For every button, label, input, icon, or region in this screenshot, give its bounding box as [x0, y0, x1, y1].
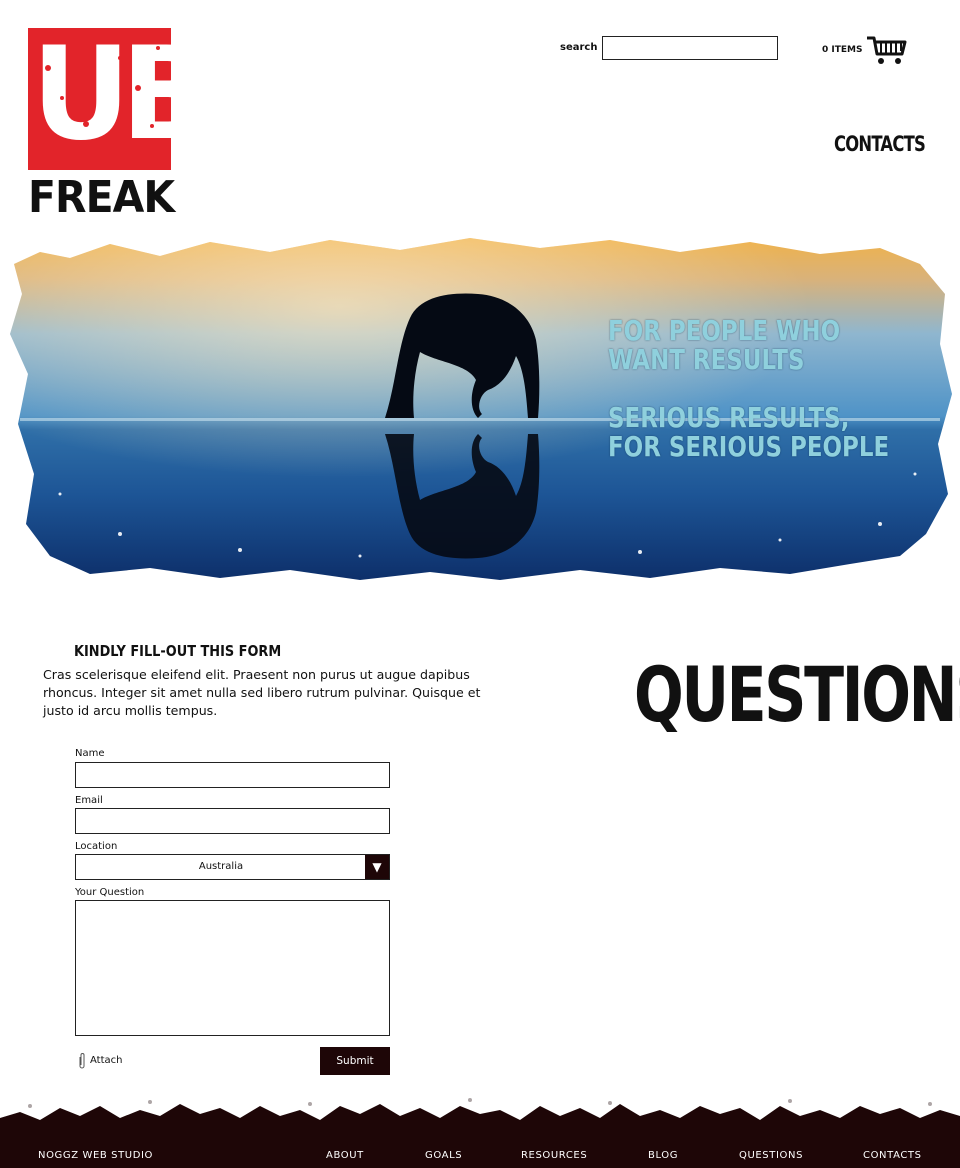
attach-button[interactable]: Attach [78, 1051, 158, 1071]
intro-text: Cras scelerisque eleifend elit. Praesent… [43, 667, 481, 718]
logo-word: FREAK [28, 172, 175, 223]
search-input[interactable] [602, 36, 778, 60]
page-title: QUESTIONS [634, 650, 960, 739]
hero-tagline-line-3: SERIOUS RESULTS, [608, 401, 850, 434]
site-logo[interactable]: UB FREAK [28, 28, 175, 223]
location-value: Australia [198, 861, 244, 872]
hero-tagline-line-4: FOR SERIOUS PEOPLE [608, 430, 890, 463]
chevron-down-icon[interactable]: ▼ [365, 855, 389, 879]
paperclip-icon [79, 1053, 85, 1069]
nav-contacts[interactable]: CONTACTS [834, 132, 926, 156]
footer-nav-contacts[interactable]: CONTACTS [863, 1150, 922, 1161]
search-label: search [560, 42, 598, 53]
form-heading: KINDLY FILL-OUT THIS FORM [74, 642, 282, 660]
question-textarea[interactable] [75, 900, 390, 1036]
footer-studio[interactable]: NOGGZ WEB STUDIO [38, 1150, 153, 1161]
footer-nav-blog[interactable]: BLOG [648, 1150, 678, 1161]
attach-label: Attach [90, 1055, 123, 1066]
hero-banner: FOR PEOPLE WHO WANT RESULTS SERIOUS RESU… [0, 234, 960, 584]
footer-nav-questions[interactable]: QUESTIONS [739, 1150, 803, 1161]
footer-nav-goals[interactable]: GOALS [425, 1150, 462, 1161]
email-label: Email [75, 795, 103, 806]
logo-mark: UB [28, 28, 171, 170]
logo-texture [45, 44, 160, 148]
hero-tagline-line-1: FOR PEOPLE WHO [608, 314, 841, 347]
submit-button[interactable]: Submit [320, 1047, 390, 1075]
email-field[interactable] [75, 808, 390, 834]
footer-band [0, 1126, 960, 1168]
footer-nav-resources[interactable]: RESOURCES [521, 1150, 587, 1161]
location-label: Location [75, 841, 118, 852]
cart-count[interactable]: 0 ITEMS [822, 45, 862, 55]
location-select[interactable]: Australia ▼ [75, 854, 390, 880]
cart-icon[interactable] [866, 34, 908, 66]
hero-tagline-line-2: WANT RESULTS [608, 343, 805, 376]
name-label: Name [75, 748, 105, 759]
footer-nav-about[interactable]: ABOUT [326, 1150, 364, 1161]
name-field[interactable] [75, 762, 390, 788]
question-label: Your Question [75, 887, 145, 898]
